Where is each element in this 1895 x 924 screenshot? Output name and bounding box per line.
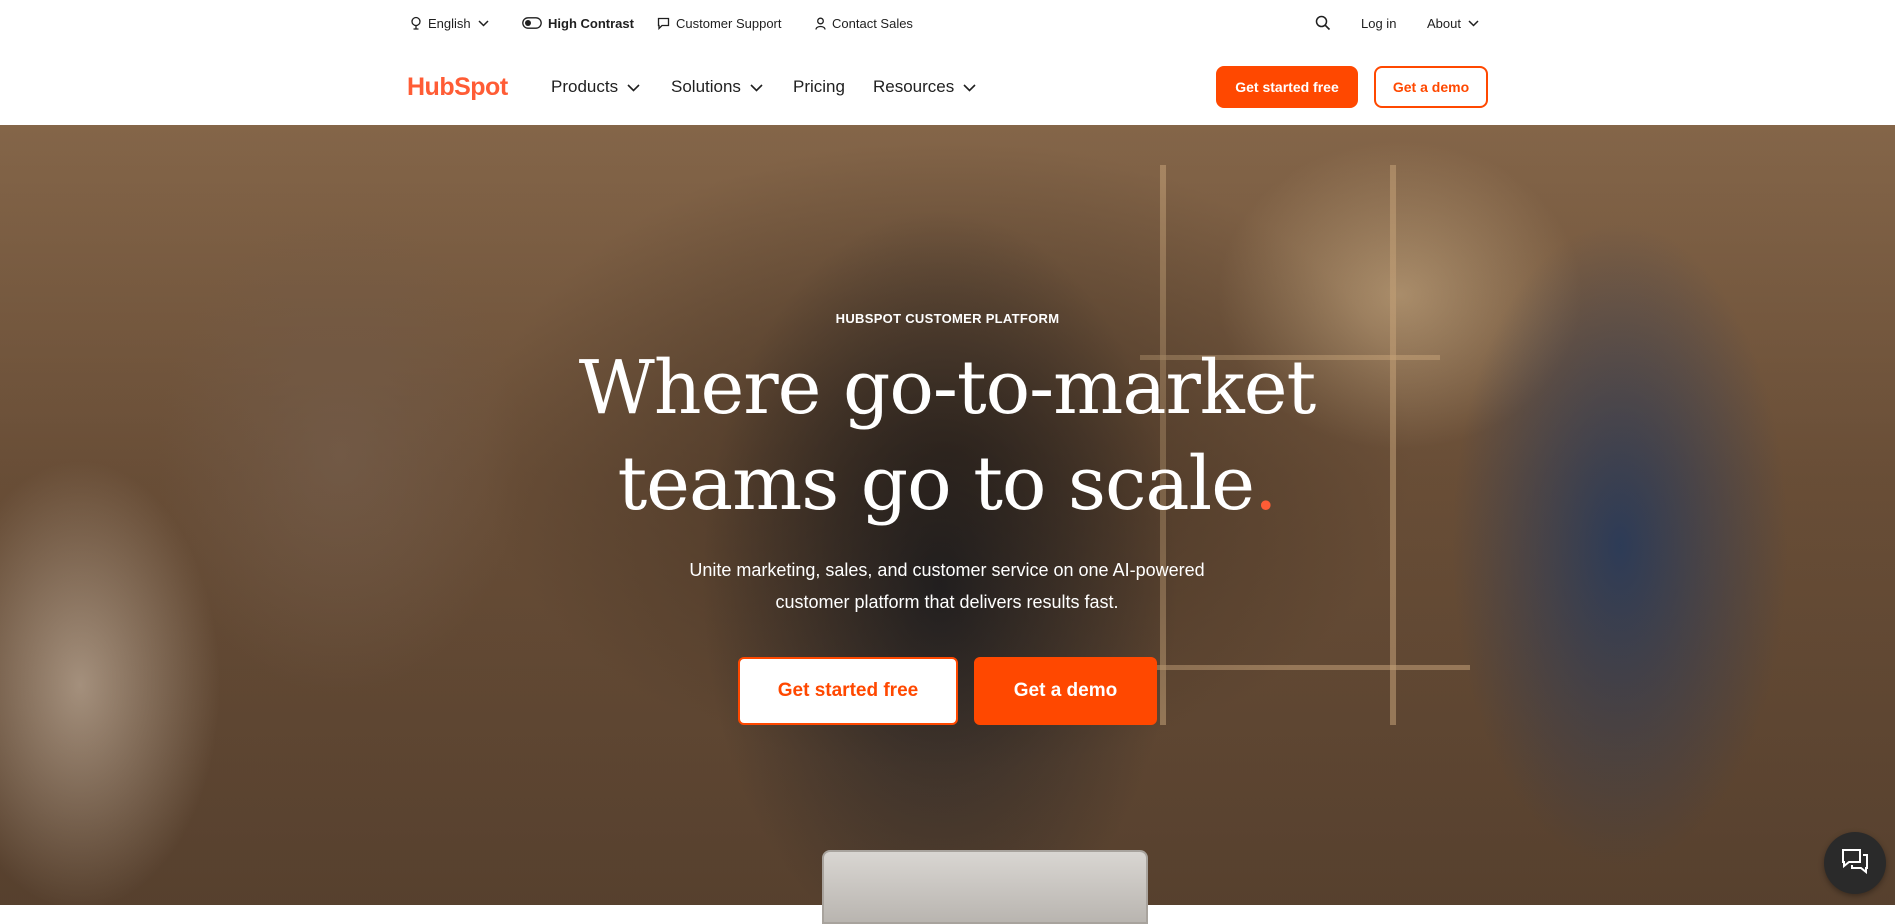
high-contrast-label: High Contrast <box>548 15 634 31</box>
language-label: English <box>428 15 471 31</box>
chevron-down-icon <box>627 77 640 97</box>
globe-icon <box>410 16 422 30</box>
headline-line-1: Where go-to-market <box>578 345 1316 431</box>
headline-line-2: teams go to scale <box>617 441 1255 527</box>
customer-support-link[interactable]: Customer Support <box>657 13 782 33</box>
search-icon <box>1315 15 1331 31</box>
chevron-down-icon <box>750 77 763 97</box>
nav-resources-label: Resources <box>873 77 955 96</box>
contact-sales-link[interactable]: Contact Sales <box>815 13 913 33</box>
chevron-down-icon <box>478 19 489 27</box>
nav-get-started-button[interactable]: Get started free <box>1216 66 1358 108</box>
chat-widget-icon <box>1840 847 1870 880</box>
nav-get-demo-button[interactable]: Get a demo <box>1374 66 1488 108</box>
person-icon <box>815 17 826 30</box>
logo-text: HubSpot <box>407 72 508 101</box>
customer-support-label: Customer Support <box>676 15 782 31</box>
hubspot-logo[interactable]: HubSpot <box>407 71 508 103</box>
nav-products[interactable]: Products <box>551 75 640 99</box>
nav-solutions-label: Solutions <box>671 77 741 96</box>
toggle-icon <box>522 17 542 29</box>
chat-bubble-icon <box>657 17 670 30</box>
subhead-line-2: customer platform that delivers results … <box>775 592 1119 612</box>
hero-subhead: Unite marketing, sales, and customer ser… <box>647 554 1247 618</box>
hero-get-demo-button[interactable]: Get a demo <box>974 657 1157 725</box>
laptop-image <box>822 850 1148 924</box>
nav-resources[interactable]: Resources <box>873 75 976 99</box>
chevron-down-icon <box>1468 19 1479 27</box>
about-menu[interactable]: About <box>1427 13 1479 33</box>
hero-get-started-button[interactable]: Get started free <box>738 657 958 725</box>
chevron-down-icon <box>963 77 976 97</box>
utility-bar: English High Contrast Customer Support C… <box>0 0 1895 46</box>
language-selector[interactable]: English <box>410 13 489 33</box>
about-label: About <box>1427 15 1461 31</box>
chat-widget-button[interactable] <box>1824 832 1886 894</box>
nav-solutions[interactable]: Solutions <box>671 75 763 99</box>
nav-pricing-label: Pricing <box>793 77 845 96</box>
nav-products-label: Products <box>551 77 619 96</box>
high-contrast-toggle[interactable]: High Contrast <box>522 13 634 33</box>
subhead-line-1: Unite marketing, sales, and customer ser… <box>689 560 1205 580</box>
login-link[interactable]: Log in <box>1361 13 1396 33</box>
hero-headline: Where go-to-market teams go to scale. <box>447 340 1447 532</box>
search-button[interactable] <box>1315 13 1331 33</box>
hero-eyebrow: HUBSPOT CUSTOMER PLATFORM <box>835 311 1060 326</box>
headline-accent-dot: . <box>1254 441 1278 527</box>
contact-sales-label: Contact Sales <box>832 15 913 31</box>
nav-pricing[interactable]: Pricing <box>793 75 845 99</box>
